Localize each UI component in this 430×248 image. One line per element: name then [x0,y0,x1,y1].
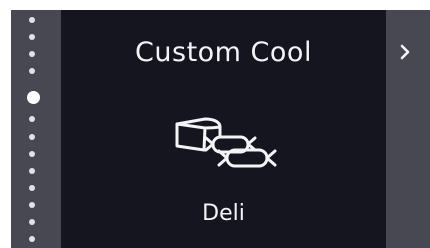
page-dot [29,116,35,122]
page-dot [29,68,35,74]
page-dot [29,185,35,191]
deli-cheese-sausage-icon [175,117,277,168]
next-button[interactable] [386,10,430,248]
custom-cool-panel[interactable]: Custom Cool Deli [61,10,386,248]
page-indicator-rail [11,10,61,248]
page-dot [29,134,35,140]
page-title: Custom Cool [135,37,312,68]
page-dot [29,17,35,23]
page-dot [29,168,35,174]
page-dot [29,219,35,225]
page-dot [29,151,35,157]
chevron-right-icon [400,44,410,60]
page-dot-active [27,91,40,104]
page-dot [29,202,35,208]
page-dot [29,51,35,57]
page-dot [29,236,35,242]
page-dot [29,34,35,40]
mode-label: Deli [202,201,245,226]
appliance-display: Custom Cool Deli [11,10,430,248]
